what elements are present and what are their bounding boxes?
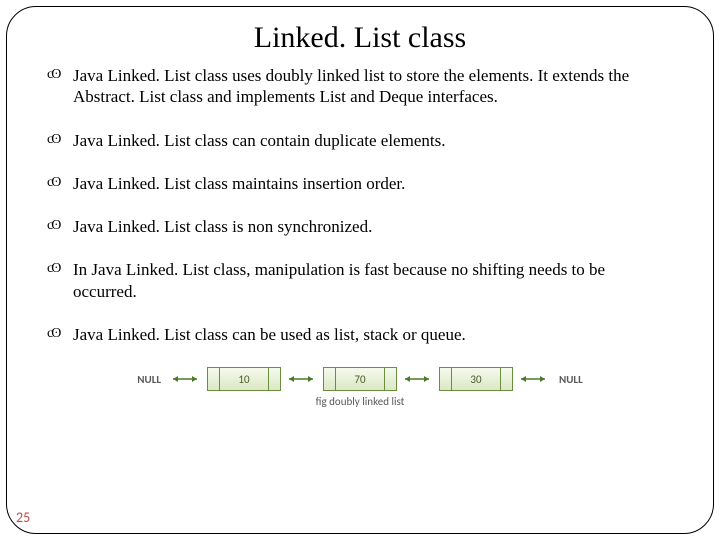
bullet-icon: cʘ: [47, 325, 59, 343]
list-item-text: Java Linked. List class can contain dupl…: [73, 131, 445, 150]
list-item: cʘ Java Linked. List class uses doubly li…: [47, 65, 673, 108]
page-title: Linked. List class: [47, 21, 673, 55]
null-left-label: NULL: [133, 373, 165, 386]
list-item-text: Java Linked. List class can be used as l…: [73, 325, 466, 344]
page-number: 25: [16, 509, 30, 526]
list-item: cʘ Java Linked. List class is non synchro…: [47, 216, 673, 237]
bullet-icon: cʘ: [47, 174, 59, 192]
list-item-text: In Java Linked. List class, manipulation…: [73, 260, 605, 300]
list-item: cʘ In Java Linked. List class, manipulati…: [47, 259, 673, 302]
arrow-icon: [519, 375, 549, 383]
node-prev-handle: [208, 368, 220, 390]
node-value: 10: [220, 368, 268, 390]
bullet-icon: cʘ: [47, 260, 59, 278]
node-next-handle: [384, 368, 396, 390]
node-next-handle: [500, 368, 512, 390]
node-next-handle: [268, 368, 280, 390]
list-item-text: Java Linked. List class maintains insert…: [73, 174, 405, 193]
node-value: 70: [336, 368, 384, 390]
node-prev-handle: [440, 368, 452, 390]
bullet-icon: cʘ: [47, 66, 59, 84]
list-item: cʘ Java Linked. List class can be used as…: [47, 324, 673, 345]
list-item: cʘ Java Linked. List class can contain du…: [47, 130, 673, 151]
list-item-text: Java Linked. List class uses doubly link…: [73, 66, 629, 106]
arrow-icon: [287, 375, 317, 383]
dll-node: 10: [207, 367, 281, 391]
node-value: 30: [452, 368, 500, 390]
arrow-icon: [171, 375, 201, 383]
bullet-icon: cʘ: [47, 131, 59, 149]
list-item: cʘ Java Linked. List class maintains inse…: [47, 173, 673, 194]
slide: Linked. List class cʘ Java Linked. List c…: [0, 0, 720, 540]
slide-frame: Linked. List class cʘ Java Linked. List c…: [6, 6, 714, 534]
dll-node: 30: [439, 367, 513, 391]
bullet-icon: cʘ: [47, 217, 59, 235]
diagram-caption: fig doubly linked list: [47, 395, 673, 408]
list-item-text: Java Linked. List class is non synchroni…: [73, 217, 372, 236]
dll-node: 70: [323, 367, 397, 391]
null-right-label: NULL: [555, 373, 587, 386]
arrow-icon: [403, 375, 433, 383]
bullet-list: cʘ Java Linked. List class uses doubly li…: [47, 65, 673, 345]
node-prev-handle: [324, 368, 336, 390]
linked-list-diagram: NULL 10 70 30: [47, 367, 673, 391]
